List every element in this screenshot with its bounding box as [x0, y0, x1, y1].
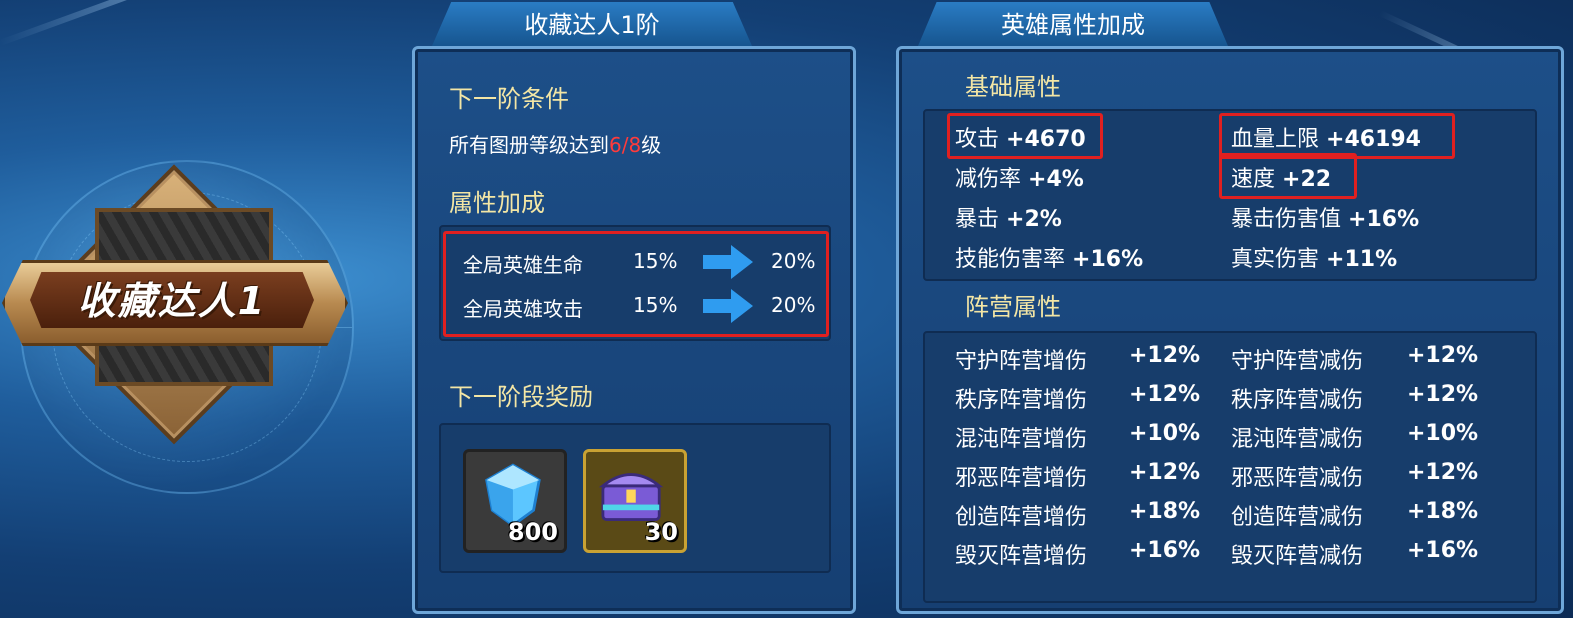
- camp-stat: 创造阵营增伤: [955, 505, 1088, 530]
- bonus-header: 属性加成: [449, 189, 545, 217]
- camp-stat-value: +18%: [1129, 499, 1201, 524]
- badge-title: 收藏达人1: [77, 279, 267, 323]
- camp-stat-value: +16%: [1407, 538, 1479, 563]
- camp-stat-value: +12%: [1129, 343, 1201, 368]
- camp-stat: 毁灭阵营增伤: [955, 544, 1088, 569]
- background-streak: [0, 0, 246, 46]
- camp-stat: 邪恶阵营减伤: [1231, 466, 1364, 491]
- next-condition-header: 下一阶条件: [449, 85, 569, 113]
- collector-rank-panel: 下一阶条件 所有图册等级达到6/8级 属性加成 全局英雄生命 15% 20% 全…: [412, 46, 856, 614]
- camp-stat-value: +16%: [1129, 538, 1201, 563]
- bonus-highlight: [443, 231, 829, 337]
- camp-stat-value: +12%: [1407, 382, 1479, 407]
- camp-stat: 守护阵营减伤: [1231, 349, 1364, 374]
- reward-header: 下一阶段奖励: [449, 383, 593, 411]
- reward-qty: 30: [644, 518, 678, 546]
- condition-progress: 6/8: [609, 133, 642, 157]
- reward-item-diamond[interactable]: 800: [463, 449, 567, 553]
- condition-text: 所有图册等级达到6/8级: [449, 133, 662, 157]
- stat-crit: 暴击 +2%: [955, 207, 1062, 232]
- stat-skill-damage: 技能伤害率 +16%: [955, 247, 1144, 272]
- camp-stat: 秩序阵营减伤: [1231, 388, 1364, 413]
- camp-stat-value: +12%: [1407, 343, 1479, 368]
- camp-stat: 守护阵营增伤: [955, 349, 1088, 374]
- camp-stat-value: +18%: [1407, 499, 1479, 524]
- camp-attributes-header: 阵营属性: [965, 293, 1061, 321]
- stat-damage-reduction: 减伤率 +4%: [955, 167, 1084, 192]
- camp-stat: 毁灭阵营减伤: [1231, 544, 1364, 569]
- attack-highlight: [947, 113, 1103, 159]
- reward-item-chest[interactable]: 30: [583, 449, 687, 553]
- tab-collector-rank: 收藏达人1阶: [432, 2, 752, 46]
- hero-attributes-panel: 基础属性 攻击 +4670 血量上限 +46194 减伤率 +4% 速度 +22…: [896, 46, 1564, 614]
- base-attributes-header: 基础属性: [965, 73, 1061, 101]
- camp-stat: 秩序阵营增伤: [955, 388, 1088, 413]
- reward-box: 800 30: [439, 423, 831, 573]
- stat-true-damage: 真实伤害 +11%: [1231, 247, 1398, 272]
- camp-stat-value: +12%: [1129, 460, 1201, 485]
- camp-stat-value: +12%: [1129, 382, 1201, 407]
- speed-highlight: [1219, 153, 1357, 199]
- reward-qty: 800: [507, 518, 558, 546]
- camp-stat: 混沌阵营增伤: [955, 427, 1088, 452]
- camp-stat-value: +10%: [1129, 421, 1201, 446]
- camp-stat-value: +10%: [1407, 421, 1479, 446]
- camp-stat: 邪恶阵营增伤: [955, 466, 1088, 491]
- camp-stat: 创造阵营减伤: [1231, 505, 1364, 530]
- camp-stat: 混沌阵营减伤: [1231, 427, 1364, 452]
- collector-badge: 收藏达人1: [0, 160, 350, 450]
- tab-hero-attributes: 英雄属性加成: [918, 2, 1228, 46]
- camp-stat-value: +12%: [1407, 460, 1479, 485]
- stat-crit-damage: 暴击伤害值 +16%: [1231, 207, 1420, 232]
